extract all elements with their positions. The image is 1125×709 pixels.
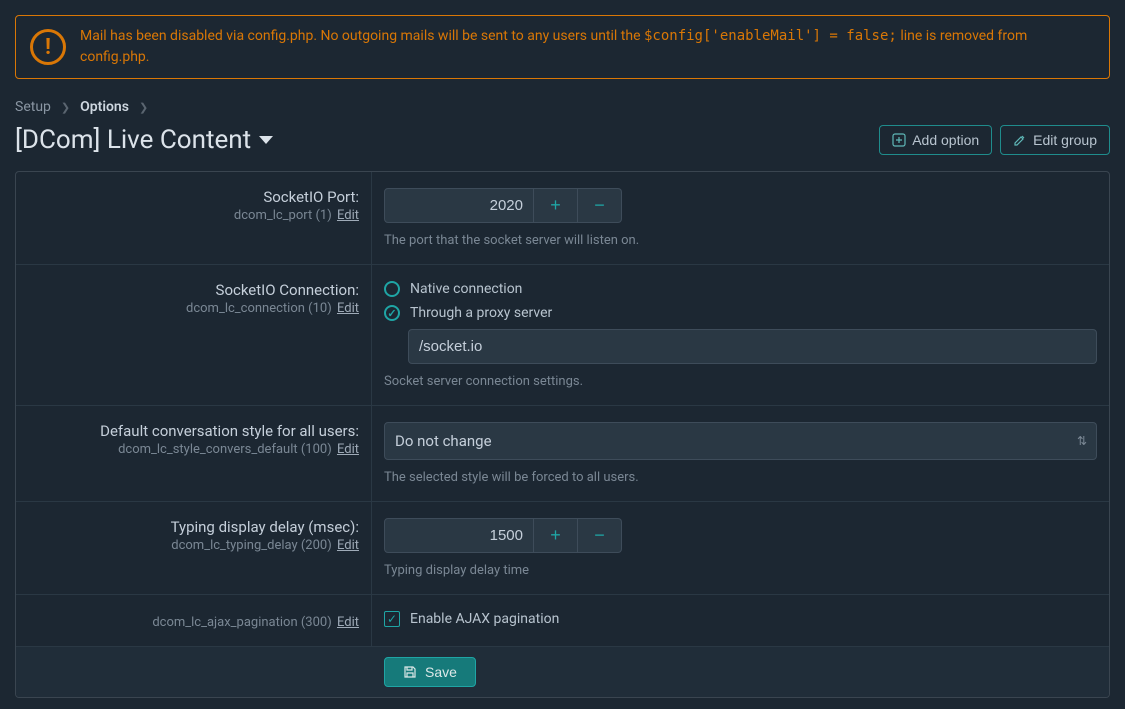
delay-edit-link[interactable]: Edit [337, 538, 359, 553]
ajax-key: dcom_lc_ajax_pagination (300) [152, 615, 331, 630]
ajax-edit-link[interactable]: Edit [337, 615, 359, 630]
plus-square-icon [892, 133, 906, 147]
style-help: The selected style will be forced to all… [384, 470, 1097, 485]
save-label: Save [425, 664, 457, 680]
ajax-checkbox-label: Enable AJAX pagination [410, 611, 559, 627]
port-key: dcom_lc_port (1) [234, 208, 332, 223]
connection-proxy-input[interactable] [408, 329, 1097, 364]
add-option-label: Add option [912, 132, 979, 148]
breadcrumb-options[interactable]: Options [80, 99, 129, 115]
minus-icon: − [594, 525, 605, 546]
style-edit-link[interactable]: Edit [337, 442, 359, 457]
edit-group-label: Edit group [1033, 132, 1097, 148]
delay-help: Typing display delay time [384, 563, 1097, 578]
alert-text-before: Mail has been disabled via config.php. N… [80, 28, 644, 44]
connection-edit-link[interactable]: Edit [337, 301, 359, 316]
style-key: dcom_lc_style_convers_default (100) [118, 442, 332, 457]
connection-native-radio[interactable]: Native connection [384, 281, 1097, 297]
delay-input[interactable] [384, 518, 534, 553]
minus-icon: − [594, 195, 605, 216]
connection-proxy-label: Through a proxy server [410, 305, 552, 321]
breadcrumb-setup[interactable]: Setup [15, 99, 51, 115]
plus-icon: + [550, 525, 561, 546]
connection-native-label: Native connection [410, 281, 522, 297]
connection-help: Socket server connection settings. [384, 374, 1097, 389]
style-select[interactable]: Do not change [384, 422, 1097, 460]
port-help: The port that the socket server will lis… [384, 233, 1097, 248]
delay-label: Typing display delay (msec): [28, 518, 359, 536]
save-button[interactable]: Save [384, 657, 476, 687]
port-increment-button[interactable]: + [534, 188, 578, 223]
port-decrement-button[interactable]: − [578, 188, 622, 223]
page-title-text: [DCom] Live Content [15, 125, 251, 155]
plus-icon: + [550, 195, 561, 216]
delay-increment-button[interactable]: + [534, 518, 578, 553]
add-option-button[interactable]: Add option [879, 125, 992, 155]
warning-icon: ! [30, 29, 66, 65]
connection-label: SocketIO Connection: [28, 281, 359, 299]
chevron-right-icon: ❯ [139, 101, 148, 114]
edit-icon [1013, 133, 1027, 147]
chevron-right-icon: ❯ [61, 101, 70, 114]
port-input[interactable] [384, 188, 534, 223]
connection-proxy-radio[interactable]: Through a proxy server [384, 305, 1097, 321]
delay-decrement-button[interactable]: − [578, 518, 622, 553]
delay-key: dcom_lc_typing_delay (200) [171, 538, 332, 553]
alert-code: $config['enableMail'] = false; [644, 28, 897, 44]
save-icon [403, 665, 417, 679]
checkbox-checked-icon: ✓ [384, 611, 400, 627]
port-edit-link[interactable]: Edit [337, 208, 359, 223]
breadcrumb: Setup ❯ Options ❯ [15, 99, 1110, 115]
connection-key: dcom_lc_connection (10) [186, 301, 332, 316]
edit-group-button[interactable]: Edit group [1000, 125, 1110, 155]
ajax-pagination-checkbox[interactable]: ✓ Enable AJAX pagination [384, 611, 1097, 627]
mail-disabled-alert: ! Mail has been disabled via config.php.… [15, 15, 1110, 79]
page-title[interactable]: [DCom] Live Content [15, 125, 273, 155]
alert-text: Mail has been disabled via config.php. N… [80, 26, 1095, 68]
radio-icon [384, 281, 400, 297]
port-label: SocketIO Port: [28, 188, 359, 206]
caret-down-icon [259, 136, 273, 144]
style-label: Default conversation style for all users… [28, 422, 359, 440]
radio-selected-icon [384, 305, 400, 321]
